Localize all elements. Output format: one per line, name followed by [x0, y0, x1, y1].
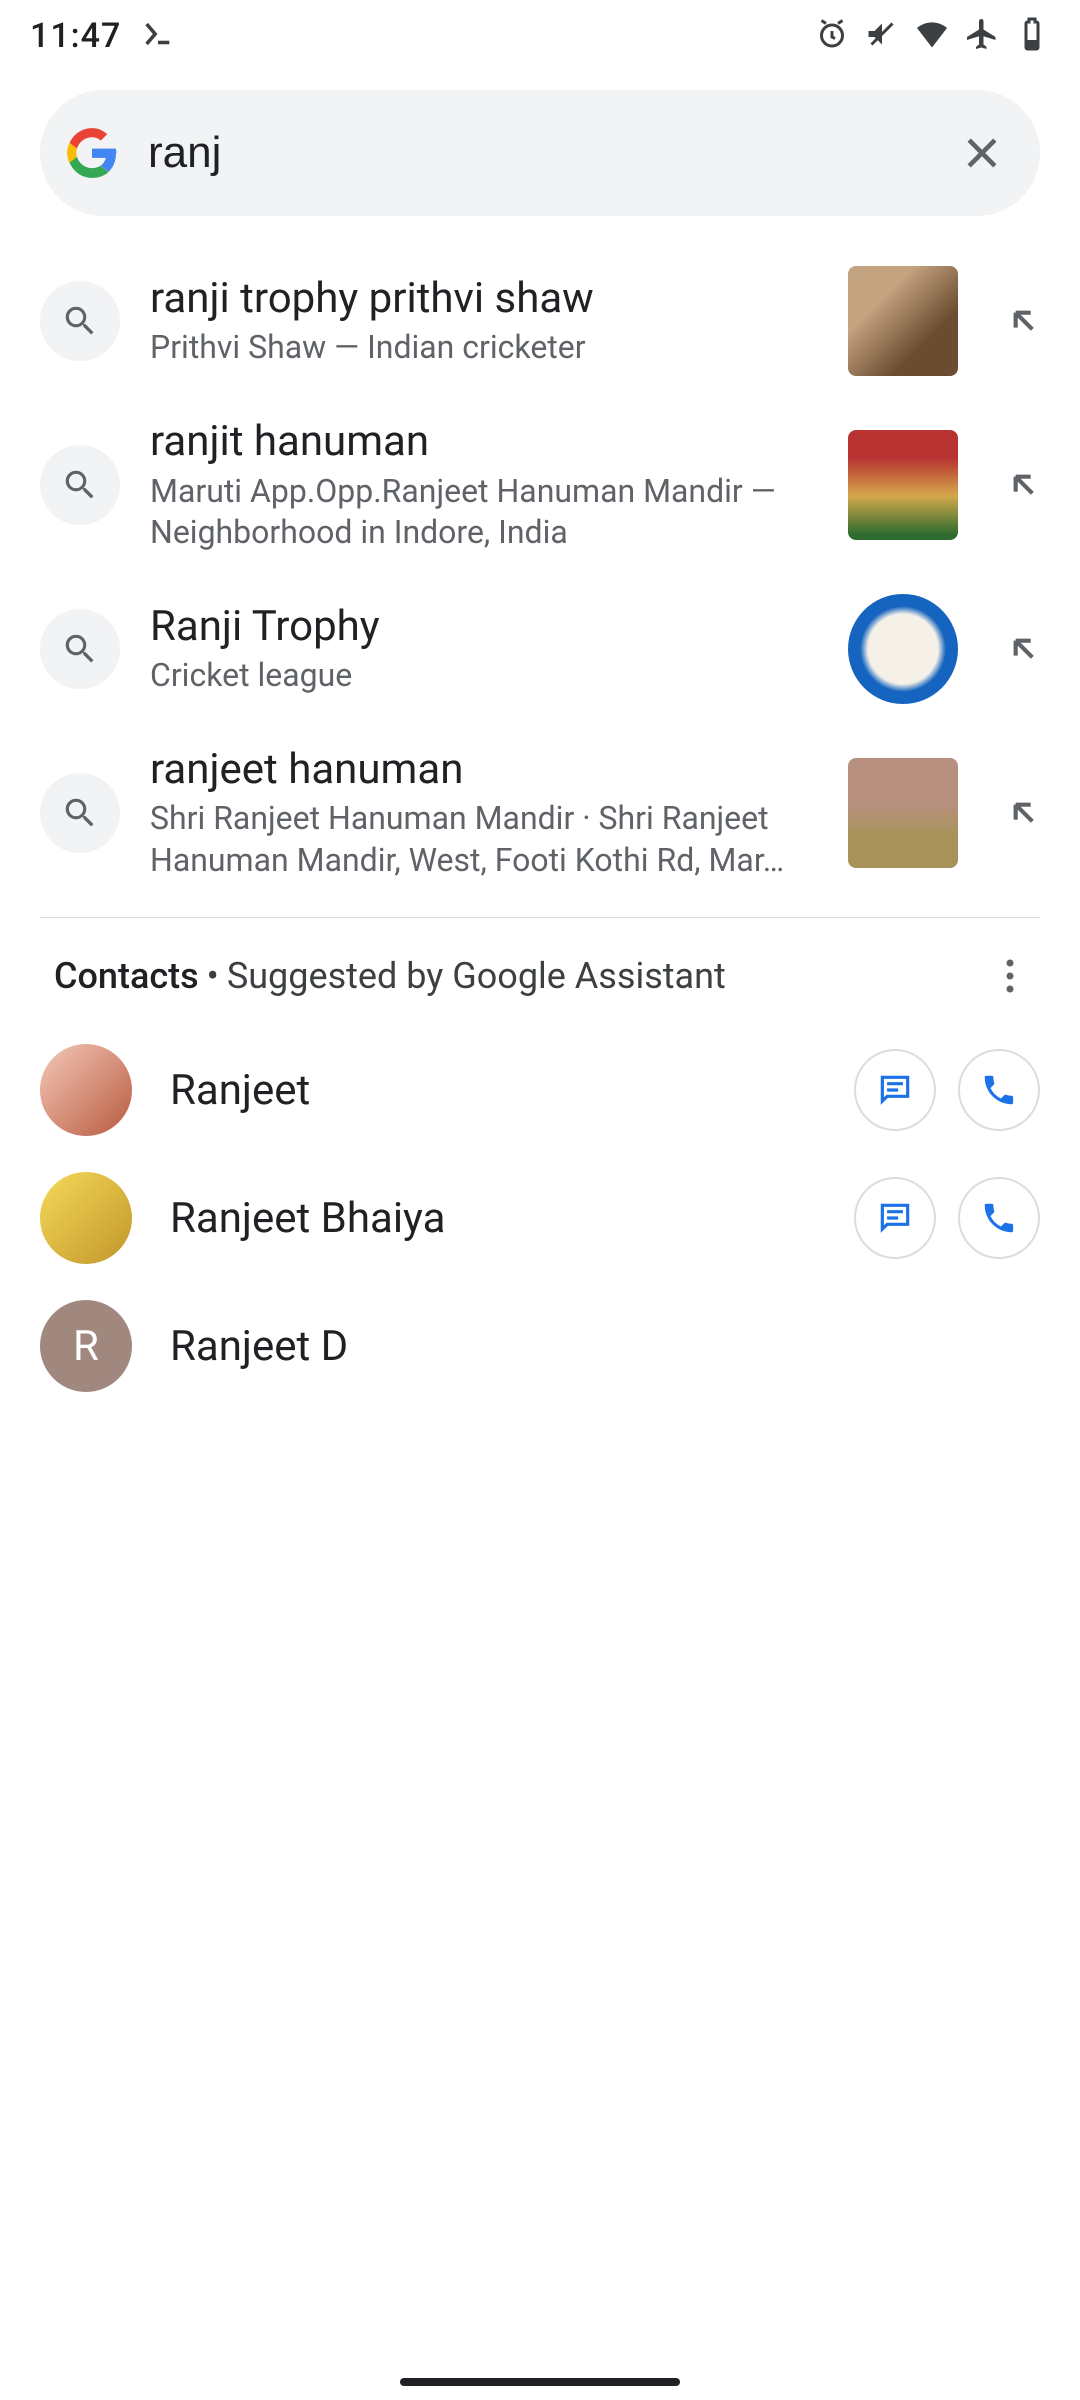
insert-suggestion-button[interactable]	[988, 285, 1060, 357]
search-suggestions: ranji trophy prithvi shaw Prithvi Shaw —…	[0, 216, 1080, 901]
call-button[interactable]	[958, 1049, 1040, 1131]
insert-suggestion-button[interactable]	[988, 613, 1060, 685]
suggestion-text: ranjit hanuman Maruti App.Opp.Ranjeet Ha…	[150, 416, 818, 554]
alarm-icon	[814, 16, 850, 56]
contacts-header: Contacts•Suggested by Google Assistant	[0, 918, 1080, 1026]
suggestion-subtitle: Maruti App.Opp.Ranjeet Hanuman Mandir — …	[150, 471, 818, 554]
contact-name: Ranjeet	[170, 1066, 816, 1115]
contact-avatar	[40, 1044, 132, 1136]
home-indicator[interactable]	[400, 2378, 680, 2386]
search-icon	[40, 281, 120, 361]
message-button[interactable]	[854, 1177, 936, 1259]
mute-icon	[864, 16, 900, 56]
status-left: 11:47	[30, 16, 175, 56]
suggestion-text: ranji trophy prithvi shaw Prithvi Shaw —…	[150, 273, 818, 369]
clear-button[interactable]	[954, 125, 1010, 181]
contact-avatar	[40, 1172, 132, 1264]
more-options-button[interactable]	[980, 946, 1040, 1006]
search-icon	[40, 773, 120, 853]
suggestion-row[interactable]: Ranji Trophy Cricket league	[0, 574, 1080, 724]
message-button[interactable]	[854, 1049, 936, 1131]
suggestion-subtitle: Cricket league	[150, 655, 818, 697]
contact-name: Ranjeet D	[170, 1322, 1040, 1371]
contact-actions	[854, 1177, 1040, 1259]
status-right	[814, 16, 1050, 56]
suggestion-row[interactable]: ranjeet hanuman Shri Ranjeet Hanuman Man…	[0, 724, 1080, 902]
google-logo-icon	[66, 127, 118, 179]
contact-actions	[854, 1049, 1040, 1131]
contact-initial: R	[73, 1322, 99, 1371]
insert-suggestion-button[interactable]	[988, 777, 1060, 849]
search-icon	[40, 609, 120, 689]
suggestion-row[interactable]: ranji trophy prithvi shaw Prithvi Shaw —…	[0, 246, 1080, 396]
contact-name: Ranjeet Bhaiya	[170, 1194, 816, 1243]
suggestion-thumbnail	[848, 430, 958, 540]
contacts-label: Contacts	[54, 955, 199, 997]
search-icon	[40, 445, 120, 525]
search-input[interactable]	[148, 128, 924, 178]
search-box[interactable]	[40, 90, 1040, 216]
contact-row[interactable]: Ranjeet Bhaiya	[0, 1154, 1080, 1282]
status-time: 11:47	[30, 16, 121, 56]
wifi-icon	[914, 16, 950, 56]
suggestion-title: ranjeet hanuman	[150, 744, 818, 797]
airplane-icon	[964, 16, 1000, 56]
suggestion-title: ranjit hanuman	[150, 416, 818, 469]
suggestion-title: Ranji Trophy	[150, 601, 818, 654]
call-button[interactable]	[958, 1177, 1040, 1259]
contact-row[interactable]: R Ranjeet D	[0, 1282, 1080, 1410]
suggestion-title: ranji trophy prithvi shaw	[150, 273, 818, 326]
suggestion-thumbnail	[848, 266, 958, 376]
contacts-sublabel: Suggested by Google Assistant	[227, 955, 726, 997]
insert-suggestion-button[interactable]	[988, 449, 1060, 521]
battery-icon	[1014, 16, 1050, 56]
suggestion-thumbnail	[848, 758, 958, 868]
suggestion-row[interactable]: ranjit hanuman Maruti App.Opp.Ranjeet Ha…	[0, 396, 1080, 574]
contact-avatar: R	[40, 1300, 132, 1392]
contacts-header-title: Contacts•Suggested by Google Assistant	[54, 955, 726, 997]
suggestion-subtitle: Prithvi Shaw — Indian cricketer	[150, 327, 818, 369]
terminal-icon	[141, 17, 175, 55]
status-bar: 11:47	[0, 0, 1080, 72]
contact-row[interactable]: Ranjeet	[0, 1026, 1080, 1154]
suggestion-text: Ranji Trophy Cricket league	[150, 601, 818, 697]
suggestion-text: ranjeet hanuman Shri Ranjeet Hanuman Man…	[150, 744, 818, 882]
suggestion-thumbnail	[848, 594, 958, 704]
suggestion-subtitle: Shri Ranjeet Hanuman Mandir · Shri Ranje…	[150, 798, 818, 881]
